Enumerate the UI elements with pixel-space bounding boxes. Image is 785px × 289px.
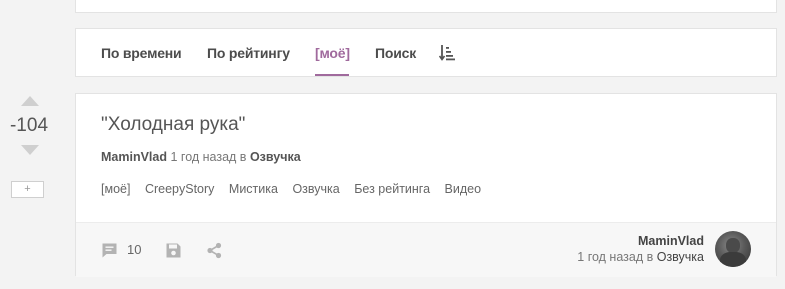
sort-descending-icon[interactable] xyxy=(439,44,455,62)
story-rating: -104 xyxy=(9,115,49,136)
upvote-arrow-icon[interactable] xyxy=(21,96,39,106)
tag[interactable]: [моё] xyxy=(101,182,130,196)
tab-mine[interactable]: [моё] xyxy=(315,45,350,61)
tag[interactable]: Озвучка xyxy=(292,182,339,196)
comment-icon[interactable] xyxy=(101,242,118,259)
story-title[interactable]: "Холодная рука" xyxy=(101,114,245,136)
story-tags: [моё] CreepyStory Мистика Озвучка Без ре… xyxy=(101,182,492,196)
previous-story-card-bottom xyxy=(75,0,777,13)
story-meta: MaminVlad 1 год назад в Озвучка xyxy=(101,150,301,164)
tag[interactable]: Мистика xyxy=(229,182,278,196)
story-footer: 10 MaminVlad 1 год назад в Озвучка xyxy=(76,222,776,277)
story-card: "Холодная рука" MaminVlad 1 год назад в … xyxy=(75,93,777,277)
footer-community-link[interactable]: Озвучка xyxy=(657,250,704,264)
vote-column: -104 + xyxy=(0,92,58,212)
tab-by-rating[interactable]: По рейтингу xyxy=(207,45,290,61)
story-time: 1 год назад в xyxy=(170,150,247,164)
story-author-link[interactable]: MaminVlad xyxy=(101,150,167,164)
story-community-link[interactable]: Озвучка xyxy=(250,150,301,164)
footer-time: 1 год назад в Озвучка xyxy=(577,250,704,264)
tab-by-time[interactable]: По времени xyxy=(101,45,182,61)
avatar[interactable] xyxy=(715,231,751,267)
feed-tabs-bar: По времени По рейтингу [моё] Поиск xyxy=(75,28,777,77)
footer-author-link[interactable]: MaminVlad xyxy=(638,234,704,248)
tag[interactable]: Без рейтинга xyxy=(354,182,430,196)
active-tab-underline xyxy=(315,74,349,76)
share-icon[interactable] xyxy=(206,242,223,259)
tab-search[interactable]: Поиск xyxy=(375,45,416,61)
save-icon[interactable] xyxy=(165,242,182,259)
tag[interactable]: Видео xyxy=(445,182,482,196)
add-to-favorites-button[interactable]: + xyxy=(11,181,44,198)
comments-count[interactable]: 10 xyxy=(127,242,141,257)
footer-time-text: 1 год назад в xyxy=(577,250,654,264)
tag[interactable]: CreepyStory xyxy=(145,182,214,196)
downvote-arrow-icon[interactable] xyxy=(21,145,39,155)
